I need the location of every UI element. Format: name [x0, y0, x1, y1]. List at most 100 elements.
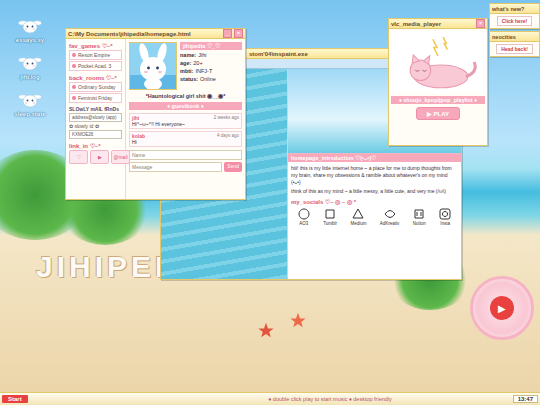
profile-quote: *Hauntological girl shit ◉__◉* [129, 93, 242, 99]
game-item[interactable]: Resort Empire [69, 50, 122, 60]
section-header: fav_games ♡~* [69, 42, 122, 49]
social-label: Notion [413, 221, 426, 226]
section-header: link_in ♡~* [69, 142, 122, 149]
entry-name: jihi [132, 115, 139, 121]
desktop-icon[interactable]: essays.sy [16, 16, 44, 43]
profile-field: mbti:INFJ-T [180, 68, 242, 74]
desktop-icon-label: jihi.log [20, 74, 39, 80]
social-label: Insta [440, 221, 450, 226]
field-value: Jihi [198, 52, 206, 58]
sleeping-cat-icon [391, 31, 485, 93]
social-link[interactable]: Notion [413, 208, 426, 226]
start-button[interactable]: Start [2, 395, 28, 403]
social-icon [439, 208, 451, 220]
field-label: status: [180, 76, 198, 82]
guestbook-form: Send [129, 150, 242, 172]
whats-new-window[interactable]: what's new? Click here! [489, 3, 540, 29]
title-bar[interactable]: what's new? [490, 4, 539, 14]
window-control-button[interactable]: _ [223, 29, 232, 38]
social-icon [352, 208, 364, 220]
title-bar[interactable]: vlc_media_player× [389, 19, 487, 29]
social-label: Medium [350, 221, 366, 226]
fav-games-section: fav_games ♡~* Resort Empire Pocket Acad. 3 [69, 42, 122, 71]
room-item[interactable]: Feminist Friday [69, 93, 122, 103]
window-body: Click here! [490, 14, 539, 28]
close-button[interactable]: × [476, 19, 485, 28]
entry-message: Hi^~ω~^!! Hi everyone~ [132, 121, 239, 127]
back-rooms-section: back_rooms ♡~*Ordinary SundayFeminist Fr… [69, 74, 122, 103]
slowly-section: SLOwLY mAIL fRnDsaddress@slowly (app)✿ s… [69, 106, 122, 139]
entry-name: kolab [132, 133, 145, 139]
link-button[interactable]: ♡ [69, 150, 88, 164]
taskbar: Start♦ double click play to start music … [0, 392, 540, 405]
bunny-avatar-icon [129, 42, 177, 90]
field-label: name: [180, 52, 196, 58]
social-link[interactable]: Medium [350, 208, 366, 226]
id-field[interactable]: KXMOE26 [69, 130, 122, 139]
message-input[interactable] [129, 162, 222, 172]
intro-paragraph: think of this as my mind ~ a little mess… [291, 188, 458, 195]
bullet-icon [72, 64, 76, 68]
room-item[interactable]: Ordinary Sunday [69, 82, 122, 92]
title-bar[interactable]: neocities [490, 32, 539, 42]
window-title: what's new? [492, 6, 537, 12]
guestbook-list: jihi2 weeks agoHi^~ω~^!! Hi everyone~ kol… [129, 113, 242, 147]
neocities-window[interactable]: neocities Head back! [489, 31, 540, 57]
bunny-icon [18, 16, 42, 36]
guestbook-entry: jihi2 weeks agoHi^~ω~^!! Hi everyone~ [129, 113, 242, 129]
social-link[interactable]: AO3 [298, 208, 310, 226]
intro-paragraph: hiii! this is my little internet home ~ … [291, 165, 458, 186]
field-label: mbti: [180, 68, 193, 74]
profile-info: jihipedia ♡_♡name:Jihiage:20+mbti:INFJ-T… [180, 42, 242, 90]
window-title: vlc_media_player [391, 21, 474, 27]
send-button[interactable]: Send [224, 162, 242, 172]
section-header: SLOwLY mAIL fRnDs [69, 106, 122, 112]
homepage-window[interactable]: C:\My Documents\jihipedia\homepage.html_… [65, 28, 246, 200]
desktop-icon[interactable]: jihi.log [18, 53, 42, 80]
desktop-icon-list: essays.sy jihi.log sleep.state [4, 16, 56, 117]
intro-header: homepage_introduction ♡(•ᴗ•)♡ [288, 154, 461, 162]
bullet-icon [72, 85, 76, 89]
music-disc[interactable]: ▶ [470, 276, 534, 340]
window-control-button[interactable]: × [234, 29, 243, 38]
item-label: Pocket Acad. 3 [78, 63, 111, 69]
social-label: AO3 [299, 221, 308, 226]
head-back-button[interactable]: Head back! [496, 44, 533, 54]
social-link[interactable]: Insta [439, 208, 451, 226]
game-item[interactable]: Pocket Acad. 3 [69, 61, 122, 71]
profile-field: status:Online [180, 76, 242, 82]
socials-header: my_socials ♡~ ◎ ~ ◎ * [288, 198, 461, 205]
right-column: jihipedia ♡_♡name:Jihiage:20+mbti:INFJ-T… [126, 39, 245, 199]
social-icon [413, 208, 425, 220]
playlist-label: ♦ shoujo_kpop/jpop_playlist ♦ [391, 96, 485, 104]
bullet-icon [72, 96, 76, 100]
name-input[interactable] [129, 150, 242, 160]
click-here-button[interactable]: Click here! [497, 16, 533, 26]
disc-play-button[interactable]: ▶ [490, 296, 514, 320]
left-column: fav_games ♡~* Resort Empire Pocket Acad. 3… [66, 39, 126, 199]
entry-time: 4 days ago [217, 133, 239, 139]
social-link[interactable]: Tumblr [323, 208, 337, 226]
title-bar[interactable]: C:\My Documents\jihipedia\homepage.html_… [66, 29, 245, 39]
profile-tag: jihipedia ♡_♡ [180, 42, 242, 50]
vlc-window[interactable]: vlc_media_player× ♦ shoujo_kpop/jpop_play… [388, 18, 488, 146]
id-label: ✿ slowly id ✿ [69, 123, 122, 129]
starfish-icon [258, 322, 274, 338]
play-button[interactable]: ▶ PLAY [416, 107, 460, 120]
bullet-icon [72, 53, 76, 57]
link-button[interactable]: ▶ [90, 150, 109, 164]
desktop-icon[interactable]: sleep.state [14, 90, 45, 117]
social-link[interactable]: AdKreativ [380, 208, 400, 226]
social-icon [384, 208, 396, 220]
address-field[interactable]: address@slowly (app) [69, 113, 122, 122]
social-icon [298, 208, 310, 220]
desktop: JIHIPEDIAessays.syjihi.logsleep.statesto… [0, 0, 540, 392]
link-button[interactable]: @mail [111, 150, 130, 164]
field-value: 20+ [193, 60, 202, 66]
item-label: Resort Empire [78, 52, 110, 58]
entry-header: jihi2 weeks ago [132, 115, 239, 121]
link-in-section: link_in ♡~*♡▶@mail [69, 142, 122, 164]
starfish-icon [290, 312, 306, 328]
item-label: Ordinary Sunday [78, 84, 116, 90]
guestbook-entry: kolab4 days agoHi [129, 131, 242, 147]
